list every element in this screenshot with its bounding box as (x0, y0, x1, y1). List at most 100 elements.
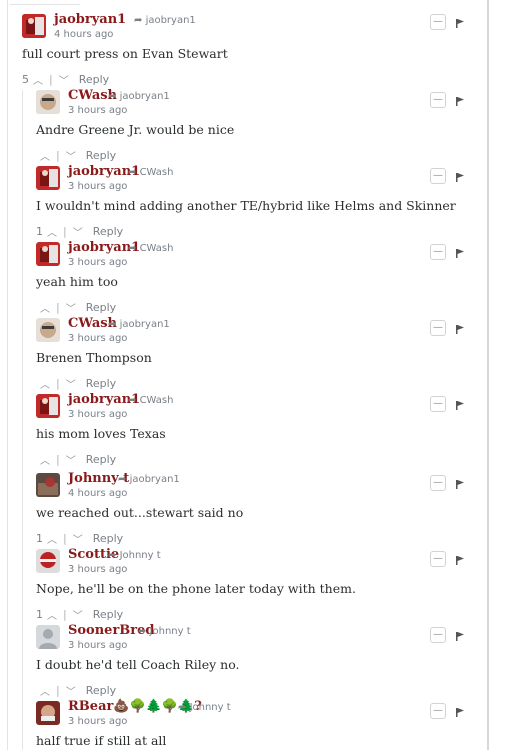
minus-icon[interactable]: — (430, 244, 446, 260)
minus-icon[interactable]: — (430, 168, 446, 184)
minus-icon[interactable]: — (430, 92, 446, 108)
avatar[interactable] (36, 318, 60, 342)
reply-to[interactable]: ➦ Johnny t (178, 702, 231, 713)
comment-text: full court press on Evan Stewart (22, 46, 228, 61)
reply-to[interactable]: ➦ jaobryan1 (108, 319, 170, 330)
flag-icon[interactable] (456, 556, 464, 565)
reply-to[interactable]: ➦ jaobryan1 (134, 15, 196, 26)
avatar[interactable] (36, 701, 60, 725)
reply-to-name[interactable]: Johnny t (190, 702, 231, 713)
vote-count: 1 (36, 532, 43, 545)
flag-icon[interactable] (456, 480, 464, 489)
avatar[interactable] (36, 90, 60, 114)
comment-time[interactable]: 3 hours ago (68, 105, 127, 116)
flag-icon[interactable] (456, 249, 464, 258)
avatar[interactable] (36, 473, 60, 497)
comment-time[interactable]: 3 hours ago (68, 257, 127, 268)
reply-to-name[interactable]: CWash (140, 243, 174, 254)
reply-to[interactable]: ➦ CWash (128, 395, 173, 406)
comment-time[interactable]: 3 hours ago (68, 640, 127, 651)
reply-to-name[interactable]: CWash (140, 167, 174, 178)
avatar[interactable] (22, 14, 46, 38)
reply-to[interactable]: ➦ jaobryan1 (108, 91, 170, 102)
chevron-down-icon[interactable]: ﹀ (66, 683, 76, 698)
flag-icon[interactable] (456, 401, 464, 410)
flag-icon[interactable] (456, 708, 464, 717)
comment-footer: ︿ | ﹀ Reply (36, 452, 116, 467)
chevron-up-icon[interactable]: ︿ (40, 148, 50, 163)
vote-count: 5 (22, 73, 29, 86)
jaobryan1-avatar-icon (36, 166, 60, 190)
minus-icon[interactable]: — (430, 14, 446, 30)
chevron-down-icon[interactable]: ﹀ (66, 148, 76, 163)
minus-icon[interactable]: — (430, 703, 446, 719)
chevron-down-icon[interactable]: ﹀ (73, 531, 83, 546)
flag-icon[interactable] (456, 632, 464, 641)
chevron-down-icon[interactable]: ﹀ (59, 72, 69, 87)
chevron-up-icon[interactable]: ︿ (47, 224, 57, 239)
reply-button[interactable]: Reply (86, 149, 116, 162)
chevron-up-icon[interactable]: ︿ (40, 376, 50, 391)
flag-icon[interactable] (456, 173, 464, 182)
chevron-down-icon[interactable]: ﹀ (66, 300, 76, 315)
chevron-up-icon[interactable]: ︿ (47, 607, 57, 622)
comment-time[interactable]: 3 hours ago (68, 333, 127, 344)
chevron-up-icon[interactable]: ︿ (40, 683, 50, 698)
reply-button[interactable]: Reply (93, 608, 123, 621)
chevron-up-icon[interactable]: ︿ (40, 300, 50, 315)
reply-button[interactable]: Reply (79, 73, 109, 86)
comment-text: we reached out...stewart said no (36, 505, 244, 520)
reply-button[interactable]: Reply (86, 453, 116, 466)
avatar[interactable] (36, 625, 60, 649)
reply-arrow-icon: ➦ (128, 395, 140, 406)
reply-button[interactable]: Reply (86, 684, 116, 697)
reply-to[interactable]: ➦ CWash (128, 167, 173, 178)
flag-icon[interactable] (456, 97, 464, 106)
avatar[interactable] (36, 166, 60, 190)
reply-to[interactable]: ➦ Johnny t (138, 626, 191, 637)
comment: jaobryan1 ➦ jaobryan1 4 hours ago full c… (22, 12, 482, 87)
flag-icon[interactable] (456, 325, 464, 334)
reply-to-name[interactable]: jaobryan1 (146, 15, 196, 26)
reply-button[interactable]: Reply (93, 532, 123, 545)
divider: | (56, 684, 60, 697)
minus-icon[interactable]: — (430, 396, 446, 412)
johnny-avatar-icon (36, 473, 60, 497)
chevron-down-icon[interactable]: ﹀ (73, 224, 83, 239)
reply-to-name[interactable]: jaobryan1 (120, 319, 170, 330)
comment-time[interactable]: 4 hours ago (54, 29, 113, 40)
flag-icon[interactable] (456, 19, 464, 28)
comment-time[interactable]: 3 hours ago (68, 409, 127, 420)
reply-to[interactable]: ➦ Johnny t (108, 550, 161, 561)
minus-icon[interactable]: — (430, 320, 446, 336)
chevron-down-icon[interactable]: ﹀ (66, 452, 76, 467)
comment-footer: 5 ︿ | ﹀ Reply (22, 72, 109, 87)
comment-time[interactable]: 3 hours ago (68, 181, 127, 192)
reply-to-name[interactable]: jaobryan1 (120, 91, 170, 102)
minus-icon[interactable]: — (430, 551, 446, 567)
chevron-up-icon[interactable]: ︿ (33, 72, 43, 87)
minus-icon[interactable]: — (430, 475, 446, 491)
chevron-up-icon[interactable]: ︿ (47, 531, 57, 546)
reply-button[interactable]: Reply (93, 225, 123, 238)
avatar[interactable] (36, 549, 60, 573)
comment-time[interactable]: 3 hours ago (68, 716, 127, 727)
reply-to[interactable]: ➦ jaobryan1 (118, 474, 180, 485)
reply-to-name[interactable]: CWash (140, 395, 174, 406)
reply-button[interactable]: Reply (86, 377, 116, 390)
chevron-down-icon[interactable]: ﹀ (73, 607, 83, 622)
avatar[interactable] (36, 394, 60, 418)
reply-to-name[interactable]: jaobryan1 (130, 474, 180, 485)
reply-to-name[interactable]: Johnny t (120, 550, 161, 561)
comment-time[interactable]: 4 hours ago (68, 488, 127, 499)
comment-author[interactable]: jaobryan1 (54, 12, 126, 27)
divider: | (56, 453, 60, 466)
minus-icon[interactable]: — (430, 627, 446, 643)
chevron-up-icon[interactable]: ︿ (40, 452, 50, 467)
chevron-down-icon[interactable]: ﹀ (66, 376, 76, 391)
reply-to[interactable]: ➦ CWash (128, 243, 173, 254)
reply-to-name[interactable]: Johnny t (150, 626, 191, 637)
comment-time[interactable]: 3 hours ago (68, 564, 127, 575)
avatar[interactable] (36, 242, 60, 266)
reply-button[interactable]: Reply (86, 301, 116, 314)
